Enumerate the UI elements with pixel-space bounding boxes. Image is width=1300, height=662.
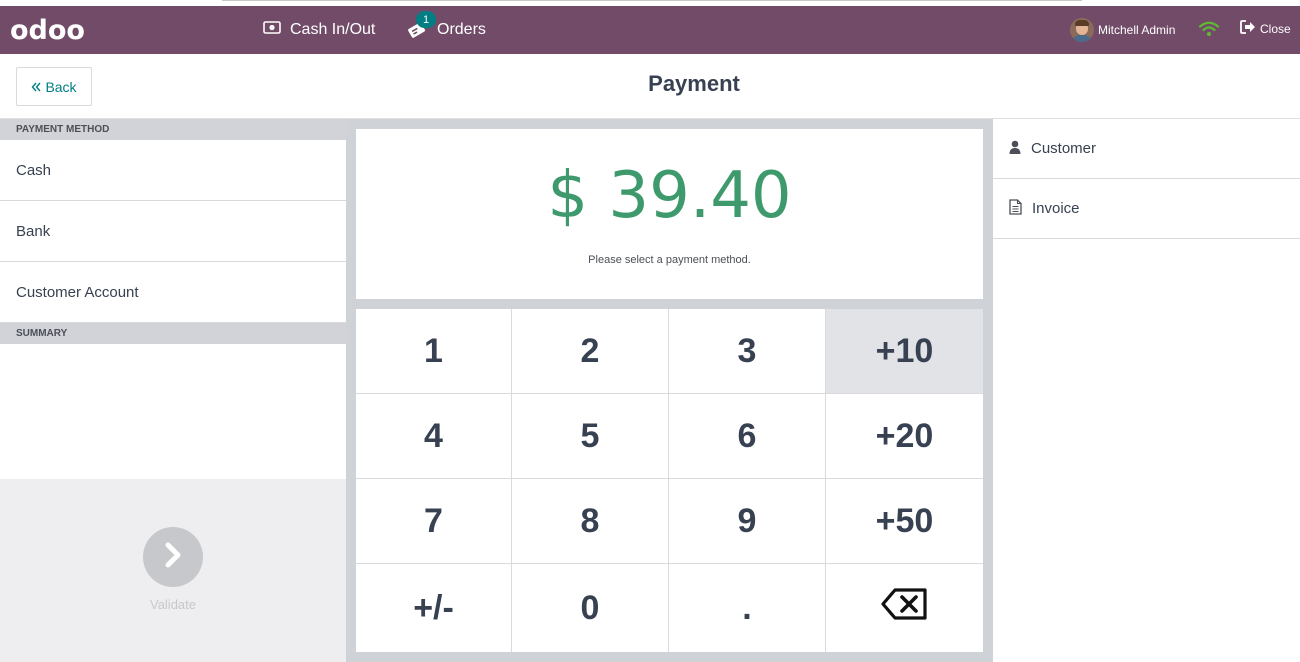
wifi-icon bbox=[1198, 20, 1220, 43]
page-title: Payment bbox=[648, 71, 740, 96]
odoo-logo: odoo bbox=[10, 15, 85, 46]
payment-message: Please select a payment method. bbox=[588, 254, 751, 266]
user-name: Mitchell Admin bbox=[1098, 23, 1176, 37]
validate-button[interactable] bbox=[143, 527, 203, 587]
cash-icon bbox=[263, 21, 281, 39]
navbar: odoo Cash In/Out 1 Orders Mitchell Admin… bbox=[0, 6, 1300, 54]
numpad-key-1[interactable]: 1 bbox=[356, 309, 512, 394]
numpad-key-8[interactable]: 8 bbox=[512, 479, 669, 564]
numpad-key-9[interactable]: 9 bbox=[669, 479, 826, 564]
customer-button[interactable]: Customer bbox=[993, 119, 1300, 179]
numpad-key-backspace[interactable] bbox=[826, 564, 983, 652]
user-menu[interactable]: Mitchell Admin bbox=[1070, 18, 1175, 42]
user-icon bbox=[1009, 140, 1021, 158]
backspace-icon bbox=[880, 587, 929, 630]
close-label: Close bbox=[1260, 21, 1291, 36]
numpad-key-plus-10[interactable]: +10 bbox=[826, 309, 983, 394]
payment-method-cash[interactable]: Cash bbox=[0, 140, 346, 201]
avatar bbox=[1070, 18, 1094, 42]
orders-label: Orders bbox=[437, 21, 486, 38]
total-amount: $ 39.40 bbox=[547, 159, 792, 233]
payment-header: Back Payment bbox=[0, 54, 1300, 119]
numpad-key-6[interactable]: 6 bbox=[669, 394, 826, 479]
payment-methods-panel: PAYMENT METHOD Cash Bank Customer Accoun… bbox=[0, 119, 346, 662]
numpad: 1 2 3 +10 4 5 6 +20 7 8 9 +50 +/- 0 . bbox=[356, 309, 983, 652]
customer-panel: Customer Invoice bbox=[993, 119, 1300, 662]
summary-heading: SUMMARY bbox=[0, 323, 346, 344]
numpad-key-7[interactable]: 7 bbox=[356, 479, 512, 564]
numpad-key-5[interactable]: 5 bbox=[512, 394, 669, 479]
orders-count-badge: 1 bbox=[416, 11, 436, 28]
validate-area: Validate bbox=[0, 479, 346, 662]
chevron-right-icon bbox=[162, 542, 184, 573]
close-button[interactable]: Close bbox=[1240, 20, 1291, 37]
sign-out-icon bbox=[1240, 20, 1256, 37]
numpad-key-plus-minus[interactable]: +/- bbox=[356, 564, 512, 652]
payment-method-heading: PAYMENT METHOD bbox=[0, 119, 346, 140]
cash-in-out-button[interactable]: Cash In/Out bbox=[263, 6, 375, 54]
validate-label: Validate bbox=[149, 597, 196, 612]
customer-label: Customer bbox=[1031, 140, 1097, 157]
top-divider bbox=[222, 0, 1082, 1]
payment-method-bank[interactable]: Bank bbox=[0, 201, 346, 262]
amount-display: $ 39.40 Please select a payment method. bbox=[356, 129, 983, 299]
orders-button[interactable]: 1 Orders bbox=[406, 6, 486, 54]
payment-method-customer-account[interactable]: Customer Account bbox=[0, 262, 346, 323]
numpad-key-plus-20[interactable]: +20 bbox=[826, 394, 983, 479]
orders-icon: 1 bbox=[406, 11, 436, 41]
summary-body bbox=[0, 344, 346, 479]
file-text-icon bbox=[1009, 198, 1022, 219]
invoice-label: Invoice bbox=[1032, 200, 1080, 217]
numpad-key-0[interactable]: 0 bbox=[512, 564, 669, 652]
numpad-key-2[interactable]: 2 bbox=[512, 309, 669, 394]
invoice-button[interactable]: Invoice bbox=[993, 179, 1300, 239]
numpad-key-decimal[interactable]: . bbox=[669, 564, 826, 652]
numpad-key-3[interactable]: 3 bbox=[669, 309, 826, 394]
payment-center-panel: $ 39.40 Please select a payment method. … bbox=[346, 119, 993, 662]
numpad-key-4[interactable]: 4 bbox=[356, 394, 512, 479]
numpad-key-plus-50[interactable]: +50 bbox=[826, 479, 983, 564]
cash-in-out-label: Cash In/Out bbox=[290, 21, 376, 38]
